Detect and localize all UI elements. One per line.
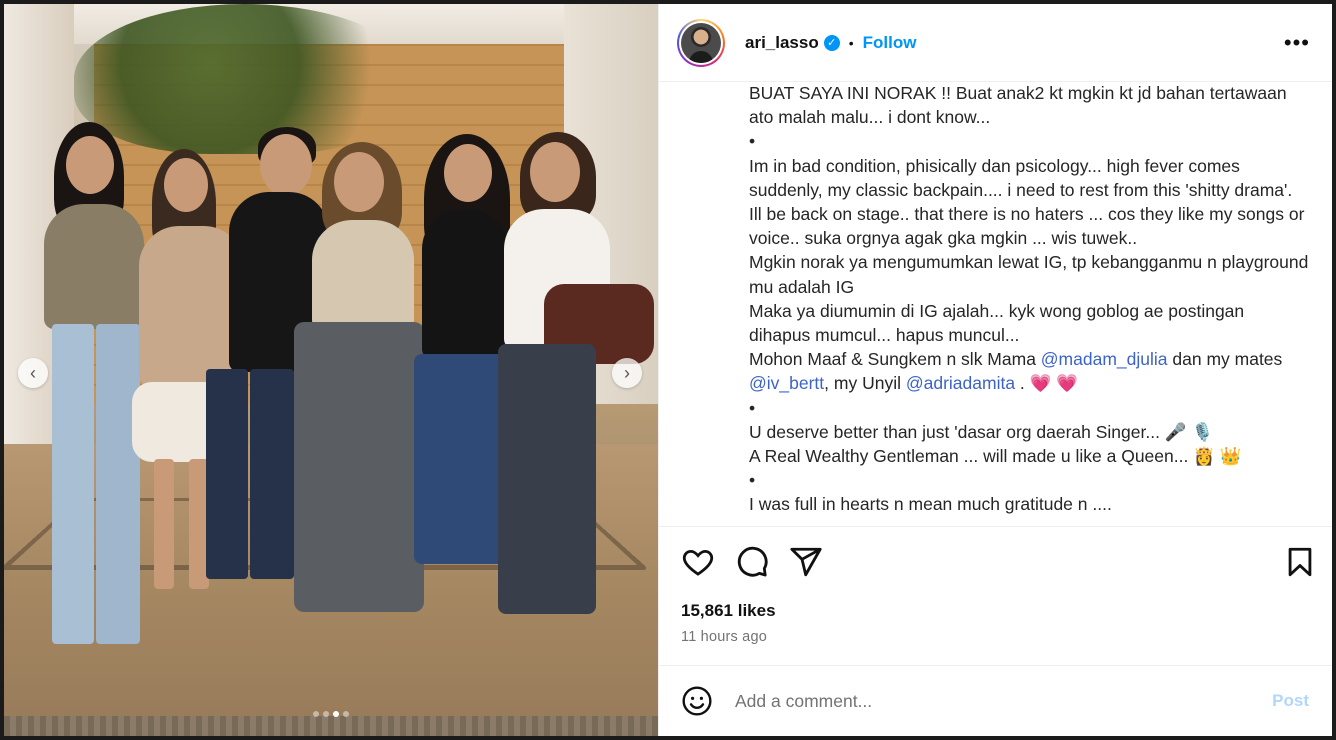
chevron-left-icon: ‹ — [30, 362, 36, 383]
send-icon — [790, 547, 822, 577]
photo-bottom-strip — [4, 716, 658, 736]
mention-link[interactable]: @madam_djulia — [1041, 349, 1168, 369]
caption-line: • — [749, 397, 756, 418]
share-button[interactable] — [789, 545, 823, 579]
comment-icon — [737, 546, 768, 577]
avatar[interactable] — [681, 22, 721, 63]
heart-icon — [682, 549, 714, 576]
carousel-dot — [323, 711, 329, 717]
username-link[interactable]: ari_lasso — [745, 33, 819, 53]
caption-line-mentions: Mohon Maaf & Sungkem n slk Mama @madam_d… — [749, 349, 1283, 394]
separator-dot: • — [848, 34, 854, 51]
mention-link[interactable]: @adriadamita — [906, 373, 1015, 393]
emoji-picker-button[interactable] — [681, 685, 713, 717]
caption-line: Maka ya diumumin di IG ajalah... kyk won… — [749, 300, 1245, 346]
carousel-dot-active — [333, 711, 339, 717]
post-detail-panel: ari_lasso ✓ • Follow ••• BUAT SAYA INI N… — [658, 4, 1333, 736]
carousel-indicator — [4, 711, 658, 717]
window-edge — [1332, 0, 1336, 740]
more-options-icon[interactable]: ••• — [1284, 31, 1310, 54]
carousel-dot — [313, 711, 319, 717]
likes-count[interactable]: 15,861 likes — [681, 601, 776, 621]
follow-button[interactable]: Follow — [863, 33, 917, 53]
post-comment-button[interactable]: Post — [1272, 691, 1309, 711]
caption-line: Im in bad condition, phisically dan psic… — [749, 155, 1293, 200]
caption-line: • — [749, 470, 756, 491]
post-actions — [659, 526, 1333, 592]
heart-emoji-icon: 💗 💗 — [1029, 373, 1079, 394]
verified-badge-icon: ✓ — [823, 34, 840, 51]
like-button[interactable] — [681, 545, 715, 579]
comment-bar: Post — [659, 665, 1333, 736]
carousel-dot — [343, 711, 349, 717]
caption-line: Ill be back on stage.. that there is no … — [749, 204, 1305, 249]
caption-line: BUAT SAYA INI NORAK !! Buat anak2 kt mgk… — [749, 83, 1287, 128]
post-caption: BUAT SAYA INI NORAK !! Buat anak2 kt mgk… — [749, 83, 1309, 517]
caption-line: I was full in hearts n mean much gratitu… — [749, 494, 1112, 515]
carousel-prev-button[interactable]: ‹ — [18, 358, 48, 388]
caption-line: Mgkin norak ya mengumumkan lewat IG, tp … — [749, 252, 1309, 297]
save-button[interactable] — [1283, 545, 1317, 579]
carousel-next-button[interactable]: › — [612, 358, 642, 388]
chevron-right-icon: › — [624, 362, 630, 383]
photo-tree — [74, 4, 414, 154]
caption-scroll-area[interactable]: BUAT SAYA INI NORAK !! Buat anak2 kt mgk… — [659, 83, 1333, 526]
caption-line: U deserve better than just 'dasar org da… — [749, 421, 1214, 442]
caption-line: • — [749, 131, 756, 152]
emoji-icon — [682, 686, 712, 716]
comment-button[interactable] — [735, 545, 769, 579]
comment-input[interactable] — [735, 690, 1273, 712]
bookmark-icon — [1288, 547, 1312, 577]
story-ring[interactable] — [677, 18, 725, 67]
post-media[interactable]: ‹ › — [4, 4, 658, 736]
post-header: ari_lasso ✓ • Follow ••• — [659, 4, 1332, 82]
mention-link[interactable]: @iv_bertt — [749, 373, 824, 393]
caption-line: A Real Wealthy Gentleman ... will made u… — [749, 446, 1242, 467]
post-timestamp[interactable]: 11 hours ago — [681, 629, 767, 645]
